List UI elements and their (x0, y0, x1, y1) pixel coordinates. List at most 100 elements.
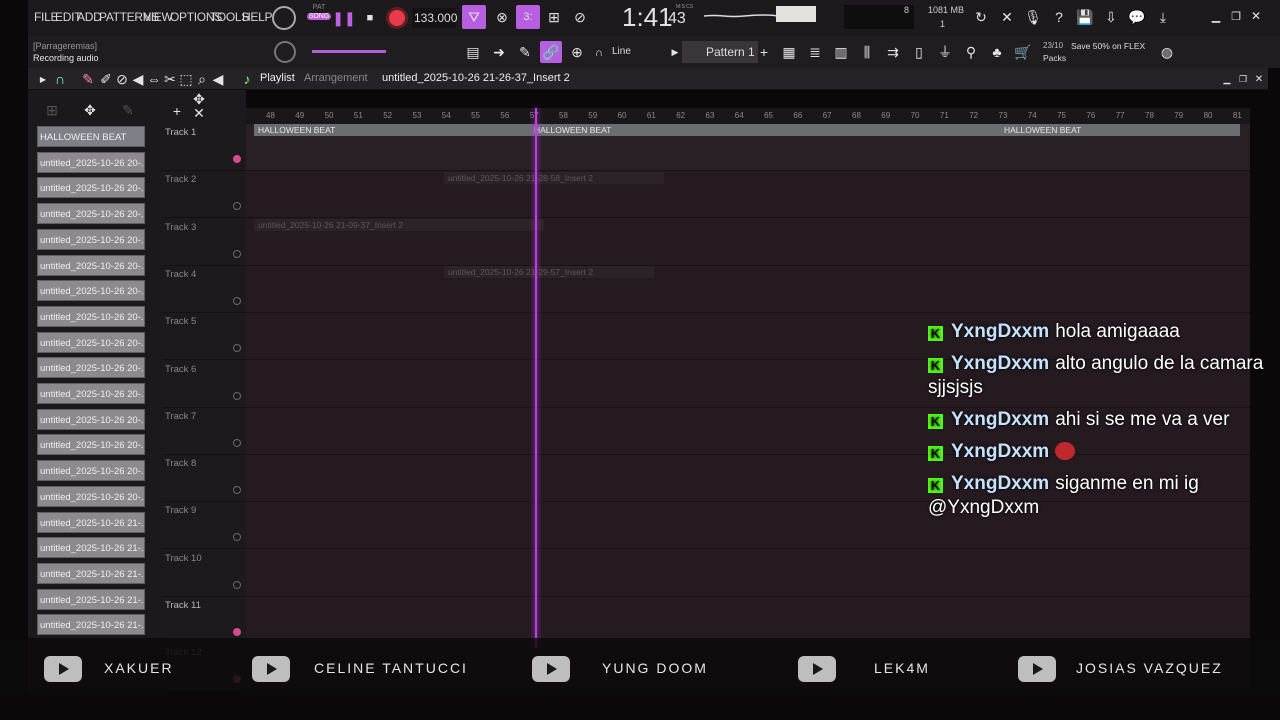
menu-add[interactable]: ADD (77, 10, 102, 24)
clip-list-item[interactable]: untitled_2025-10-26 20-... (37, 357, 145, 379)
undo-icon[interactable]: ↻ (970, 6, 992, 28)
track-mute-indicator[interactable] (233, 344, 241, 353)
add-pattern-icon[interactable]: + (758, 41, 770, 63)
track-header[interactable]: Track 8 (162, 455, 246, 503)
master-pitch-slider[interactable] (312, 50, 386, 53)
track-lane[interactable] (246, 171, 1250, 219)
play-arrow-icon[interactable]: ▶ (668, 44, 682, 60)
clip-list-item[interactable]: untitled_2025-10-26 20-... (37, 305, 145, 327)
clip-list-item[interactable]: untitled_2025-10-26 21-... (37, 511, 145, 533)
clip-list-item[interactable]: untitled_2025-10-26 20-... (37, 254, 145, 276)
select-icon[interactable]: ⬚ (178, 71, 194, 87)
playlist-window-icon[interactable]: ▦ (778, 41, 800, 63)
track-header[interactable]: Track 2 (162, 171, 246, 219)
clip-list-item[interactable]: untitled_2025-10-26 20-... (37, 408, 145, 430)
move-icon[interactable]: ✥ (82, 102, 98, 118)
clip-list-item[interactable]: untitled_2025-10-26 21-... (37, 614, 145, 636)
browser-icon[interactable]: ⇉ (882, 41, 904, 63)
menu-arrow-icon[interactable]: ▶ (36, 71, 50, 87)
slip-icon[interactable]: ⇔ (146, 71, 162, 87)
track-mute-indicator[interactable] (233, 533, 241, 542)
playlist-close-icon[interactable]: ✕ (1252, 71, 1266, 87)
track-header[interactable]: Track 1 (162, 124, 246, 171)
blend-notes-icon[interactable]: 3: (516, 5, 540, 29)
pause-icon[interactable]: ❚❚ (332, 8, 355, 28)
clip-list-item[interactable]: untitled_2025-10-26 20-... (37, 177, 145, 199)
link-icon[interactable]: 🔗 (540, 41, 562, 63)
track-mute-indicator[interactable] (233, 580, 241, 589)
slice-icon[interactable]: ✂ (162, 71, 178, 87)
file-icon[interactable]: ▯ (908, 41, 930, 63)
help-icon[interactable]: ? (1048, 6, 1070, 28)
track-lane[interactable] (246, 266, 1250, 313)
cart-icon[interactable]: 🛒 (1012, 41, 1034, 63)
clip-list-item[interactable]: untitled_2025-10-26 21-... (37, 562, 145, 584)
audio-clip-header[interactable]: untitled_2025-10-26 21-09-37_Insert 2 (254, 219, 544, 231)
step-edit-icon[interactable]: ⊞ (542, 5, 566, 29)
playback-icon[interactable]: ◀ (210, 71, 226, 87)
playhead[interactable] (535, 108, 537, 648)
clip-list-item[interactable]: untitled_2025-10-26 20-... (37, 460, 145, 482)
playlist-minimize-icon[interactable]: ▁ (1220, 71, 1234, 87)
track-mute-indicator[interactable] (233, 438, 241, 447)
pen-icon[interactable]: ✎ (120, 102, 136, 118)
remove-track-icon[interactable]: ✕ (192, 105, 206, 121)
track-mute-indicator[interactable] (233, 202, 241, 211)
track-header[interactable]: Track 10 (162, 550, 246, 597)
clip-list-item[interactable]: untitled_2025-10-26 21-... (37, 588, 145, 610)
track-mute-indicator[interactable] (233, 296, 241, 305)
pitch-knob[interactable] (274, 41, 296, 63)
delete-icon[interactable]: ⊘ (114, 71, 130, 87)
menu-help[interactable]: HELP (242, 10, 272, 24)
download-icon[interactable]: ⤓ (1152, 6, 1174, 28)
paint-icon[interactable]: ✐ (98, 71, 114, 87)
track-lane[interactable] (246, 597, 1250, 644)
track-header[interactable]: Track 11 (162, 597, 246, 644)
close-icon[interactable]: ✕ (1248, 8, 1264, 24)
channel-rack-icon[interactable]: ≣ (804, 41, 826, 63)
playlist-restore-icon[interactable]: ❐ (1236, 71, 1250, 87)
track-mute-indicator[interactable] (233, 486, 241, 495)
stop-icon[interactable]: ■ (360, 8, 380, 28)
track-header[interactable]: Track 7 (162, 408, 246, 455)
magnet-snap-icon[interactable]: ∩ (52, 71, 68, 87)
grid-icon[interactable]: ⊞ (44, 102, 60, 118)
clip-list-item[interactable]: untitled_2025-10-26 20-... (37, 203, 145, 225)
mic-icon[interactable]: 🎙 (1022, 6, 1044, 28)
track-header[interactable]: Track 9 (162, 502, 246, 550)
piano-icon[interactable]: ▤ (462, 41, 484, 63)
clip-list-item[interactable]: untitled_2025-10-26 21-... (37, 537, 145, 559)
piano-roll-icon[interactable]: ▥ (830, 41, 852, 63)
chat-icon[interactable]: 💬 (1126, 6, 1148, 28)
mixer-icon[interactable]: ⫼ (856, 41, 878, 63)
promo-text2[interactable]: Packs (1043, 53, 1066, 63)
clip-list-item[interactable]: untitled_2025-10-26 20-... (37, 485, 145, 507)
plug-icon[interactable]: ⏚ (934, 41, 956, 63)
tempo-display[interactable]: 133.000 (412, 8, 457, 28)
track-lane[interactable] (246, 550, 1250, 597)
metronome-icon[interactable]: ⛛ (462, 5, 486, 29)
track-mute-indicator[interactable] (233, 155, 241, 163)
timeline-ruler[interactable]: 4849505152535455565758596061626364656667… (246, 108, 1250, 124)
clip-list-item[interactable]: untitled_2025-10-26 20-... (37, 434, 145, 456)
arrow-icon[interactable]: ➜ (488, 41, 510, 63)
stamp-icon[interactable]: ⊕ (566, 41, 588, 63)
promo-text[interactable]: Save 50% on FLEX (1071, 41, 1145, 51)
track-mute-indicator[interactable] (233, 249, 241, 258)
track-mute-indicator[interactable] (233, 628, 241, 636)
track-header[interactable]: Track 4 (162, 266, 246, 313)
tuning-fork-icon[interactable]: ⚲ (960, 41, 982, 63)
magnet-icon[interactable]: ∩ (592, 45, 606, 61)
track-header[interactable]: Track 3 (162, 219, 246, 266)
clip-list-item[interactable]: HALLOWEEN BEAT (37, 126, 145, 147)
globe-icon[interactable]: ◍ (1156, 41, 1178, 63)
pat-song-toggle[interactable]: PAT SONG (307, 4, 331, 30)
playlist-selected-clip[interactable]: untitled_2025-10-26 21-26-37_Insert 2 (382, 72, 570, 84)
master-volume-knob[interactable] (272, 6, 296, 30)
pattern-selector[interactable]: Pattern 1 (682, 41, 758, 63)
clip-list-item[interactable]: untitled_2025-10-26 20-... (37, 151, 145, 173)
pencil-icon[interactable]: ✎ (80, 71, 96, 87)
clip-list-item[interactable]: untitled_2025-10-26 20-... (37, 228, 145, 250)
track-header[interactable]: Track 5 (162, 313, 246, 361)
track-header[interactable]: Track 6 (162, 361, 246, 408)
